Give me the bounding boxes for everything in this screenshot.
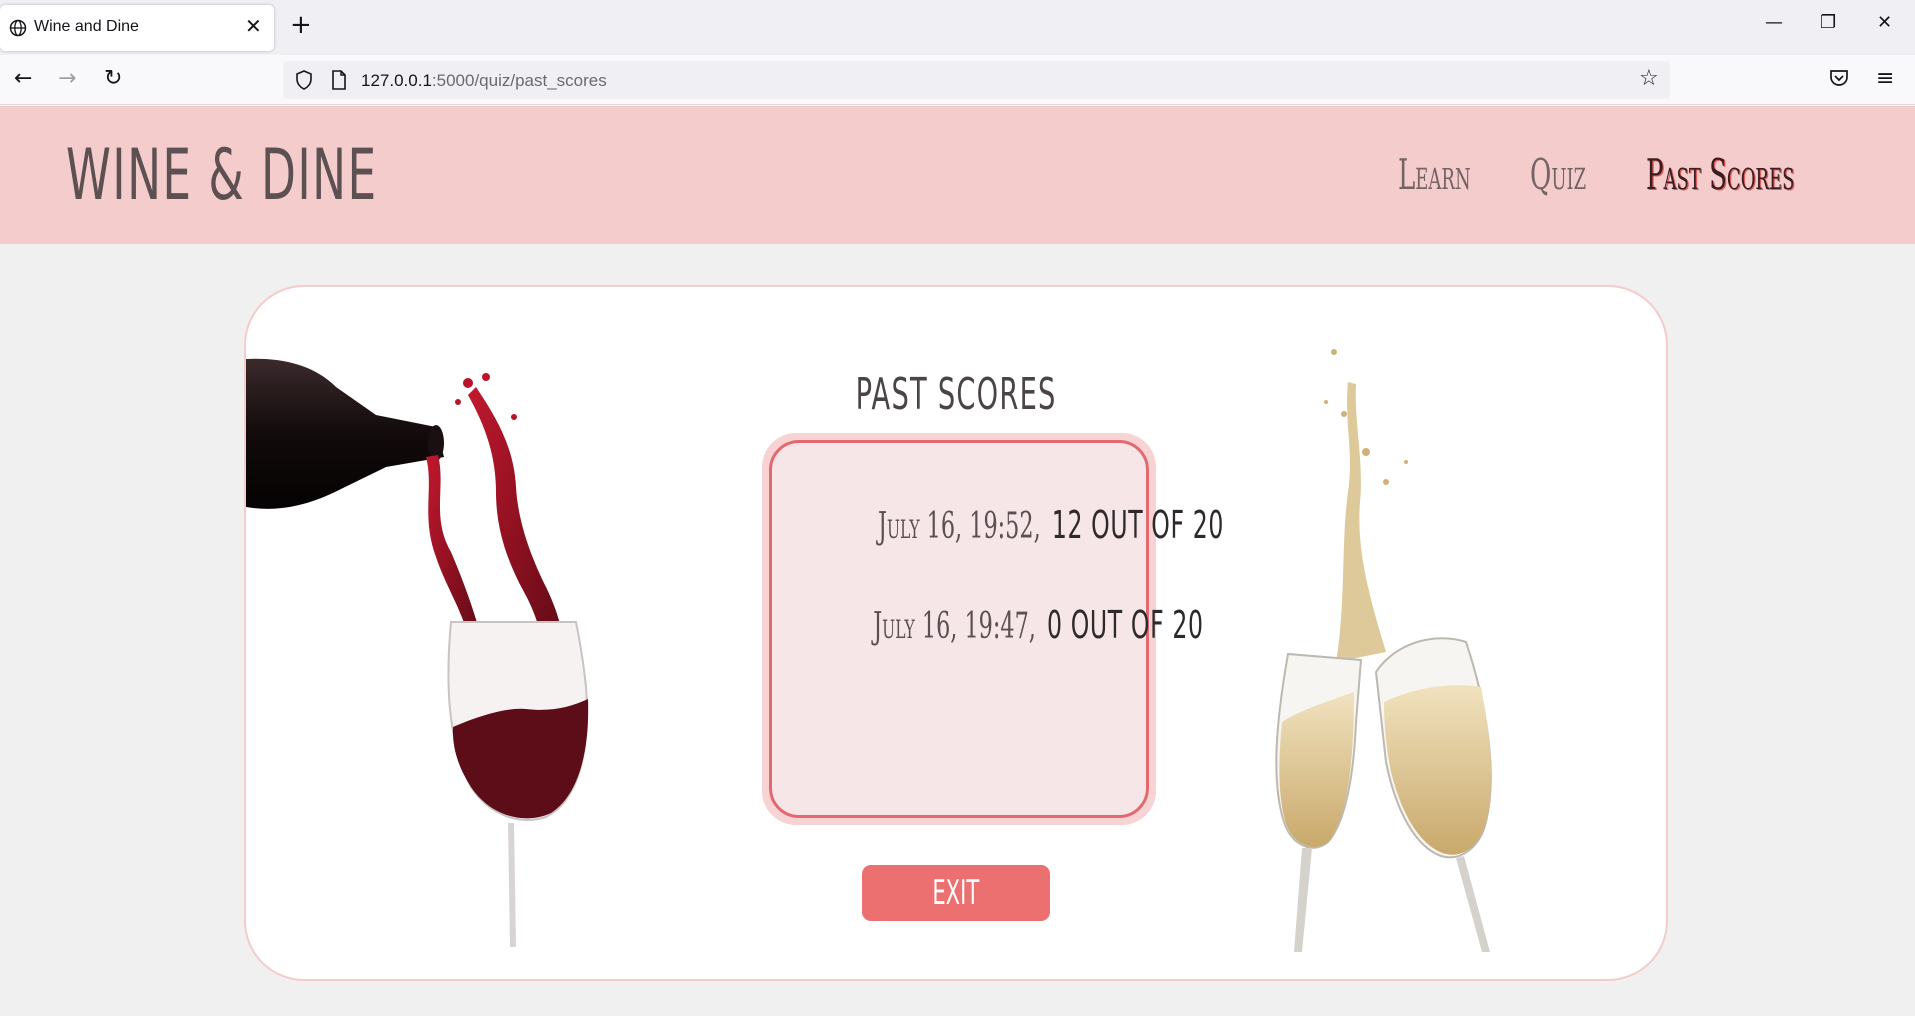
score-row-inner: July 16, 19:47, 0 OUT OF 20 bbox=[873, 603, 1203, 647]
score-result: 12 OUT OF 20 bbox=[1051, 503, 1224, 547]
score-row: July 16, 19:52, 12 OUT OF 20 bbox=[772, 503, 1223, 547]
score-date: July 16, 19:47, bbox=[873, 606, 1036, 647]
forward-icon[interactable]: → bbox=[58, 66, 76, 91]
past-scores-card: PAST SCORES July 16, 19:52, 12 OUT OF 20 … bbox=[244, 285, 1668, 981]
red-wine-illustration bbox=[246, 358, 589, 947]
score-row: July 16, 19:47, 0 OUT OF 20 bbox=[772, 603, 1203, 647]
page-icon bbox=[332, 70, 346, 90]
url-path: :5000/quiz/past_scores bbox=[431, 71, 607, 90]
bookmark-star-icon[interactable]: ☆ bbox=[1639, 66, 1659, 91]
minimize-icon[interactable]: — bbox=[1765, 12, 1783, 33]
site-header: WINE & DINE Learn Quiz Past Scores bbox=[0, 106, 1915, 244]
browser-nav-bar: ← → ↻ 127.0.0.1:5000/quiz/past_scores ☆ … bbox=[0, 55, 1915, 105]
url-bar[interactable]: 127.0.0.1:5000/quiz/past_scores ☆ bbox=[283, 61, 1670, 99]
pocket-icon[interactable] bbox=[1829, 69, 1849, 87]
tab-close-icon[interactable]: ✕ bbox=[245, 14, 262, 38]
score-result: 0 OUT OF 20 bbox=[1047, 603, 1204, 647]
page-title-text: PAST SCORES bbox=[855, 369, 1057, 420]
url-text[interactable]: 127.0.0.1:5000/quiz/past_scores bbox=[361, 71, 607, 91]
shield-icon[interactable] bbox=[295, 70, 313, 90]
browser-tab-bar: Wine and Dine ✕ + — ❐ ✕ bbox=[0, 0, 1915, 55]
browser-tab[interactable]: Wine and Dine ✕ bbox=[0, 5, 274, 51]
nav-learn[interactable]: Learn bbox=[1398, 150, 1471, 199]
url-host: 127.0.0.1 bbox=[361, 71, 432, 90]
champagne-toast-illustration bbox=[1275, 349, 1492, 952]
score-row-inner: July 16, 19:52, 12 OUT OF 20 bbox=[878, 503, 1224, 547]
nav-past-scores[interactable]: Past Scores bbox=[1646, 150, 1794, 199]
new-tab-icon[interactable]: + bbox=[290, 10, 312, 40]
window-close-icon[interactable]: ✕ bbox=[1877, 12, 1892, 33]
nav-quiz[interactable]: Quiz bbox=[1530, 150, 1586, 199]
globe-icon bbox=[9, 19, 27, 37]
hamburger-menu-icon[interactable]: ≡ bbox=[1876, 66, 1894, 91]
reload-icon[interactable]: ↻ bbox=[104, 66, 122, 91]
back-icon[interactable]: ← bbox=[14, 66, 32, 91]
scores-box-frame: July 16, 19:52, 12 OUT OF 20 July 16, 19:… bbox=[762, 433, 1223, 825]
exit-button[interactable]: EXIT bbox=[862, 865, 1050, 921]
tab-title: Wine and Dine bbox=[34, 18, 139, 35]
exit-button-label: EXIT bbox=[932, 873, 980, 913]
restore-icon[interactable]: ❐ bbox=[1820, 12, 1836, 33]
scores-list: July 16, 19:52, 12 OUT OF 20 July 16, 19:… bbox=[769, 440, 1223, 818]
score-date: July 16, 19:52, bbox=[878, 506, 1041, 547]
site-logo[interactable]: WINE & DINE bbox=[66, 134, 378, 216]
